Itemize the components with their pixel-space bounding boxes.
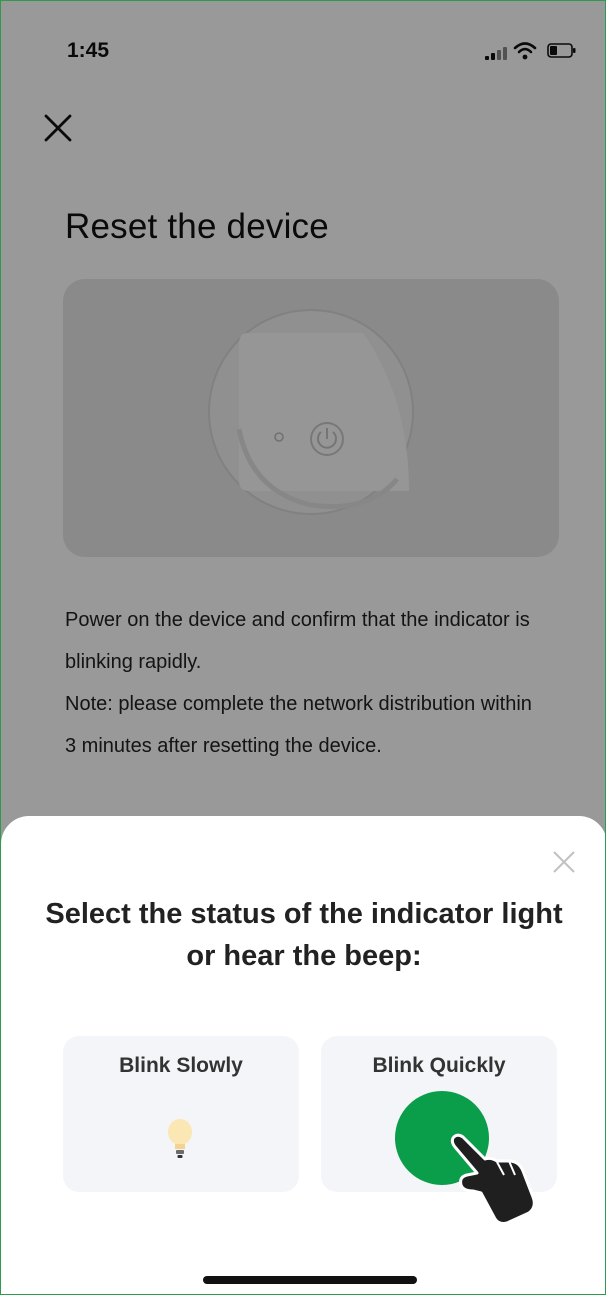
- home-indicator[interactable]: [203, 1276, 417, 1284]
- pointing-hand-icon: [450, 1133, 536, 1225]
- screenshot-frame: 1:45 Reset the device Power on the devic…: [0, 0, 606, 1295]
- blink-slowly-label: Blink Slowly: [119, 1054, 243, 1077]
- sheet-title: Select the status of the indicator light…: [45, 898, 563, 972]
- sheet-close-icon[interactable]: [549, 847, 579, 877]
- lightbulb-icon: [168, 1119, 192, 1158]
- blink-quickly-label: Blink Quickly: [372, 1054, 506, 1077]
- blink-slowly-option[interactable]: Blink Slowly: [63, 1036, 299, 1192]
